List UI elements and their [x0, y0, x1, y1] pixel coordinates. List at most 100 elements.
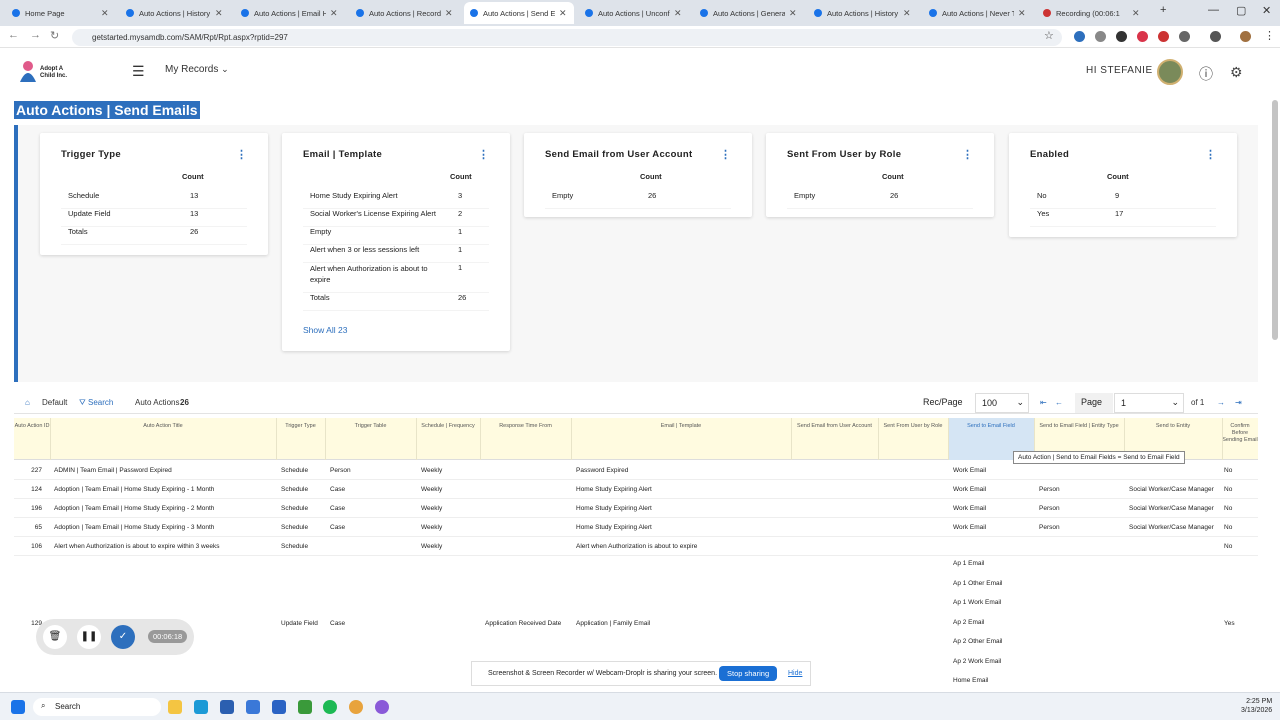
my-records-dropdown[interactable]: My Records ⌄ [165, 64, 229, 75]
app-icon[interactable] [298, 700, 312, 714]
camera-icon[interactable] [1095, 31, 1106, 42]
windows-start-icon[interactable] [11, 700, 25, 714]
search-button[interactable]: Search [88, 398, 113, 407]
close-window-icon[interactable]: ✕ [1262, 4, 1271, 17]
minimize-icon[interactable]: — [1208, 4, 1219, 16]
close-tab-icon[interactable]: ✕ [445, 8, 453, 19]
browser-tab[interactable]: Auto Actions | Send En ✕ [464, 2, 574, 24]
hamburger-menu-icon[interactable]: ☰ [132, 63, 145, 80]
kebab-menu-icon[interactable]: ⋮ [236, 148, 247, 161]
column-header[interactable]: Auto Action Title [50, 423, 276, 430]
profile-icon[interactable] [1240, 31, 1251, 42]
filter-icon[interactable]: ⛛ [79, 398, 86, 408]
spotify-icon[interactable] [323, 700, 337, 714]
file-explorer-icon[interactable] [168, 700, 182, 714]
stop-sharing-button[interactable]: Stop sharing [719, 666, 778, 681]
close-tab-icon[interactable]: ✕ [101, 8, 109, 19]
forward-icon[interactable]: → [30, 29, 41, 41]
close-tab-icon[interactable]: ✕ [789, 8, 797, 19]
pen-icon[interactable] [1116, 31, 1127, 42]
extension-icon[interactable] [1137, 31, 1148, 42]
hide-link[interactable]: Hide [788, 670, 802, 677]
check-icon[interactable]: ✓ [111, 625, 135, 649]
last-page-icon[interactable]: ⇥ [1235, 398, 1242, 407]
column-header[interactable]: Send Email from User Account [791, 423, 878, 430]
tab-title: Auto Actions | Never Tr [942, 8, 1014, 18]
column-header[interactable]: Confirm Before Sending Email [1222, 423, 1258, 444]
default-view-button[interactable]: Default [42, 398, 67, 407]
extension-icon[interactable] [1158, 31, 1169, 42]
browser-tab[interactable]: Auto Actions | Record I ✕ [350, 2, 460, 24]
browser-tab[interactable]: Auto Actions | History ✕ [120, 2, 230, 24]
table-row[interactable]: 65 Adoption | Team Email | Home Study Exp… [14, 518, 1258, 537]
maximize-icon[interactable]: ▢ [1236, 4, 1246, 17]
card-row: Alert when 3 or less sessions left 1 [303, 245, 489, 263]
column-header[interactable]: Email | Template [571, 423, 791, 430]
browser-tab[interactable]: Auto Actions | Unconfi ✕ [579, 2, 689, 24]
column-header[interactable]: Trigger Table [325, 423, 416, 430]
chevron-down-icon: ⌄ [1016, 397, 1024, 407]
extension-icon[interactable] [1074, 31, 1085, 42]
browser-tab[interactable]: Recording (00:06:1 ✕ [1037, 2, 1147, 24]
app-icon[interactable] [220, 700, 234, 714]
sidebar-icon[interactable] [1210, 31, 1221, 42]
close-tab-icon[interactable]: ✕ [559, 8, 567, 19]
next-page-icon[interactable]: → [1217, 398, 1225, 407]
close-tab-icon[interactable]: ✕ [903, 8, 911, 19]
chrome-icon[interactable] [349, 700, 363, 714]
kebab-menu-icon[interactable]: ⋮ [1205, 148, 1216, 161]
table-cell: Adoption | Team Email | Home Study Expir… [54, 486, 215, 493]
column-header[interactable]: Sent From User by Role [878, 423, 948, 430]
app-icon[interactable] [375, 700, 389, 714]
column-header[interactable]: Schedule | Frequency [416, 423, 480, 430]
kebab-menu-icon[interactable]: ⋮ [478, 148, 489, 161]
column-header[interactable]: Response Time From [480, 423, 571, 430]
table-row[interactable]: 196 Adoption | Team Email | Home Study Ex… [14, 499, 1258, 518]
close-tab-icon[interactable]: ✕ [1132, 8, 1140, 19]
edge-icon[interactable] [194, 700, 208, 714]
bookmark-star-icon[interactable]: ☆ [1044, 29, 1054, 42]
page-scrollbar[interactable] [1272, 100, 1278, 340]
show-all-link[interactable]: Show All 23 [303, 325, 347, 335]
table-cell: Work Email [953, 467, 987, 474]
help-icon[interactable]: ⓘ [1199, 64, 1213, 84]
kebab-menu-icon[interactable]: ⋮ [962, 148, 973, 161]
app-icon[interactable] [246, 700, 260, 714]
column-header[interactable]: Send to Email Field [948, 423, 1034, 430]
taskbar-search[interactable]: ⌕ Search [33, 698, 161, 716]
avatar[interactable] [1157, 59, 1183, 85]
page-select[interactable]: 1 ⌄ [1114, 393, 1184, 413]
app-icon[interactable] [272, 700, 286, 714]
close-tab-icon[interactable]: ✕ [1018, 8, 1026, 19]
column-header[interactable]: Send to Entity [1124, 423, 1222, 430]
gear-icon[interactable]: ⚙ [1230, 64, 1243, 81]
close-tab-icon[interactable]: ✕ [330, 8, 338, 19]
reload-icon[interactable]: ↻ [50, 29, 59, 42]
table-cell: No [1224, 467, 1233, 474]
trash-icon[interactable]: 🗑 [43, 625, 67, 649]
page-title: Auto Actions | Send Emails [14, 101, 200, 119]
column-header[interactable]: Trigger Type [276, 423, 325, 430]
url-field[interactable]: getstarted.mysamdb.com/SAM/Rpt/Rpt.aspx?… [72, 29, 1062, 46]
kebab-menu-icon[interactable]: ⋮ [720, 148, 731, 161]
browser-tab[interactable]: Home Page ✕ [6, 2, 116, 24]
column-header[interactable]: Send to Email Field | Entity Type [1034, 423, 1124, 430]
menu-dots-icon[interactable]: ⋮ [1264, 29, 1275, 42]
table-row[interactable]: 124 Adoption | Team Email | Home Study Ex… [14, 480, 1258, 499]
close-tab-icon[interactable]: ✕ [674, 8, 682, 19]
first-page-icon[interactable]: ⇤ [1040, 398, 1047, 407]
browser-tab[interactable]: Auto Actions | Email Hi ✕ [235, 2, 345, 24]
puzzle-icon[interactable] [1179, 31, 1190, 42]
new-tab-icon[interactable]: + [1160, 4, 1166, 16]
table-row[interactable]: 106 Alert when Authorization is about to … [14, 537, 1258, 556]
home-icon[interactable]: ⌂ [25, 398, 30, 407]
rec-page-select[interactable]: 100 ⌄ [975, 393, 1029, 413]
browser-tab[interactable]: Auto Actions | History ✕ [808, 2, 918, 24]
column-header[interactable]: Auto Action ID [14, 423, 50, 430]
prev-page-icon[interactable]: ← [1055, 398, 1063, 407]
close-tab-icon[interactable]: ✕ [215, 8, 223, 19]
browser-tab[interactable]: Auto Actions | Never Tr ✕ [923, 2, 1033, 24]
back-icon[interactable]: ← [8, 29, 19, 41]
pause-icon[interactable]: ❚❚ [77, 625, 101, 649]
browser-tab[interactable]: Auto Actions | Generati ✕ [694, 2, 804, 24]
